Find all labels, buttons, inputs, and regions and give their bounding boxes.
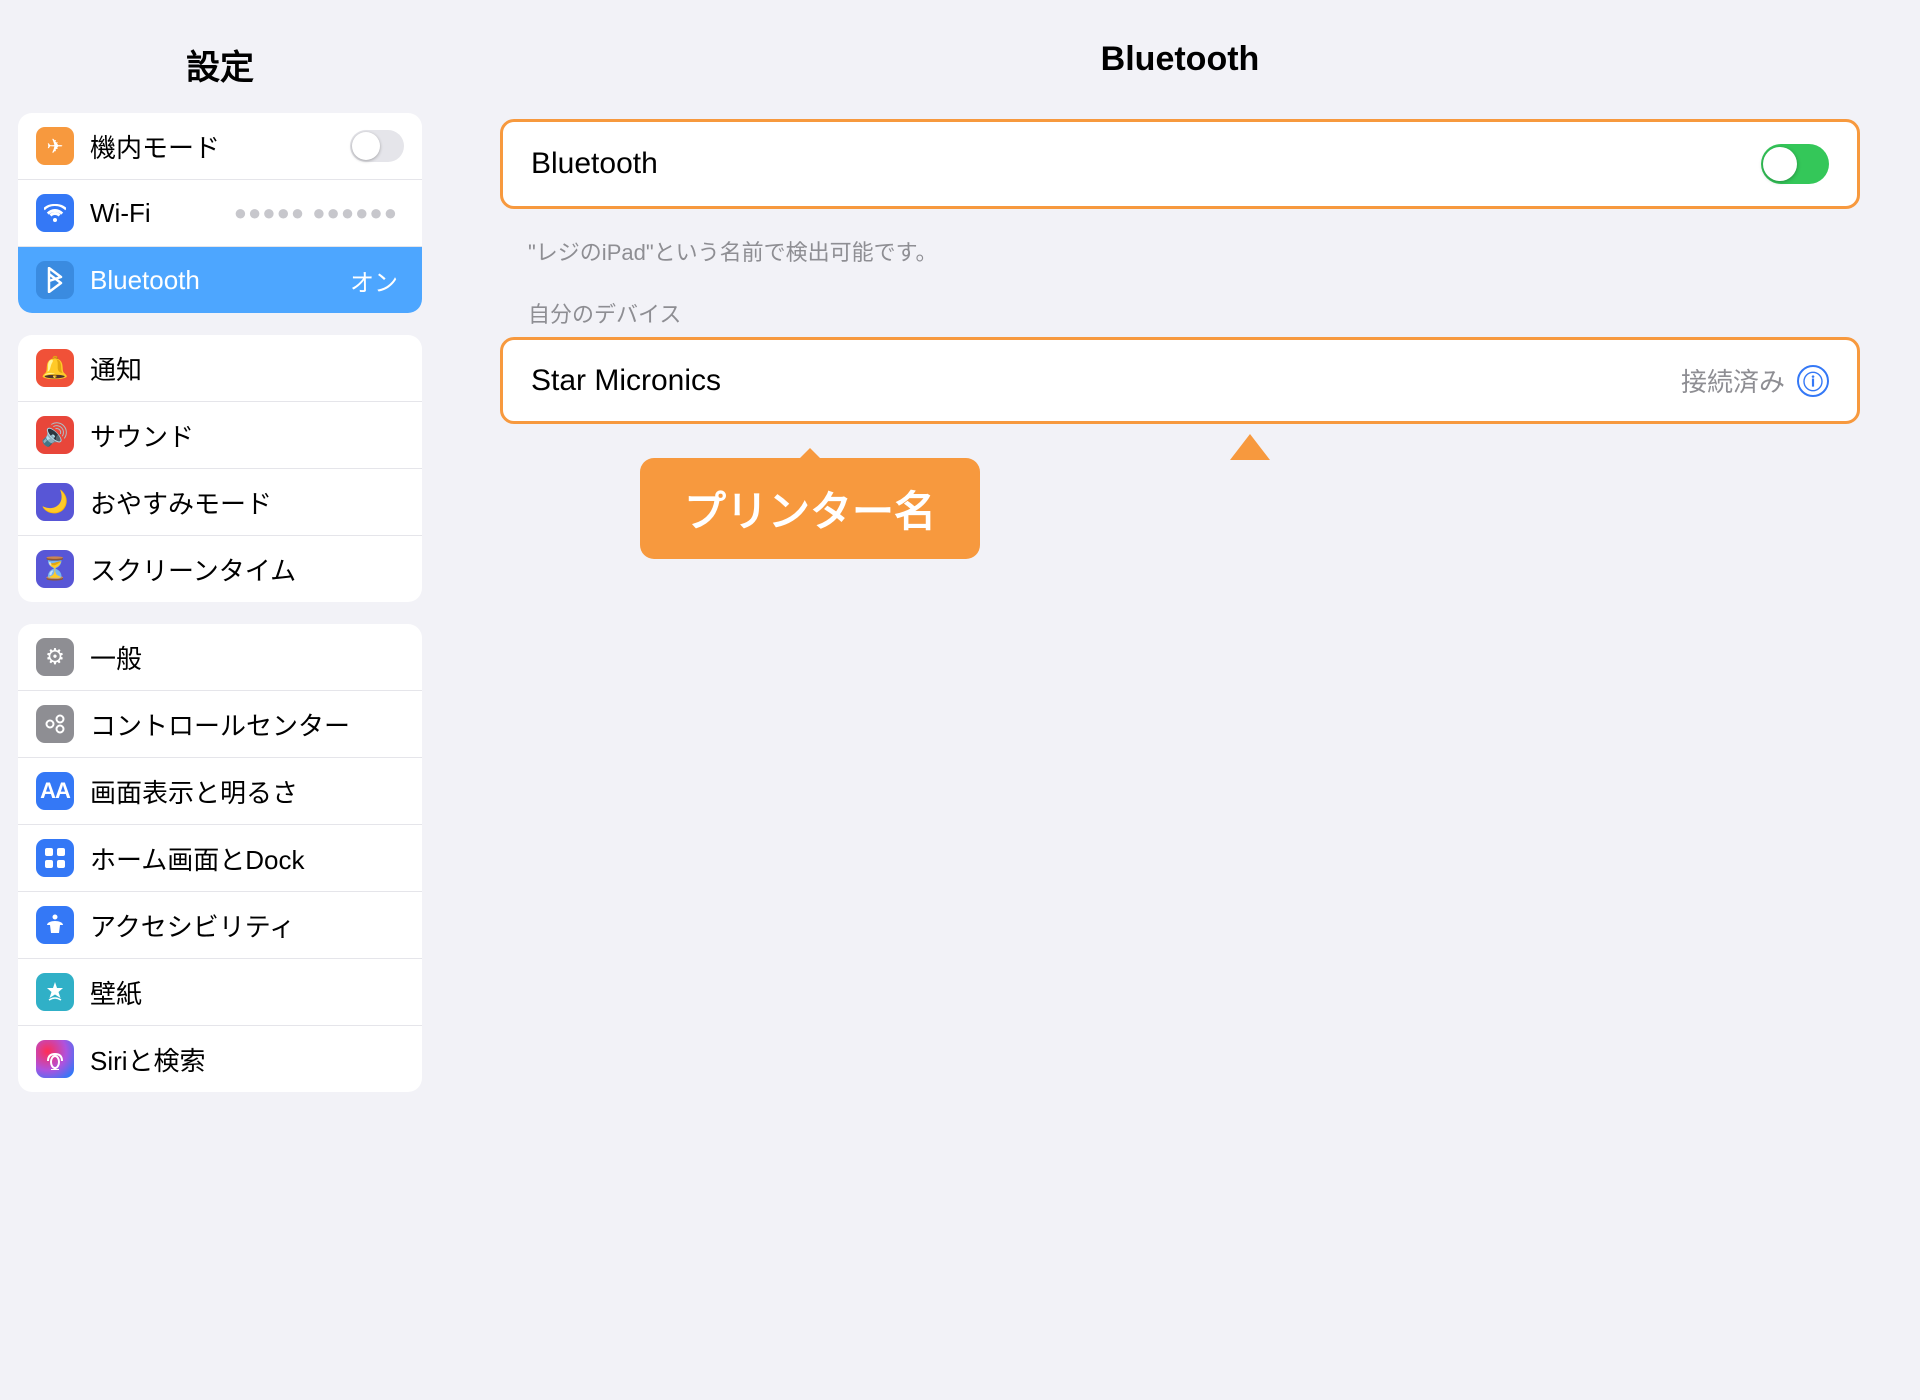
- settings-group-general2: ⚙ 一般 コントロールセンター AA 画面表示と明るさ: [18, 624, 422, 1092]
- sidebar-item-home[interactable]: ホーム画面とDock: [18, 825, 422, 892]
- wallpaper-icon: [36, 973, 74, 1011]
- discovery-text: "レジのiPad"という名前で検出可能です。: [500, 227, 1860, 279]
- bluetooth-label: Bluetooth: [90, 265, 350, 296]
- screentime-label: スクリーンタイム: [90, 551, 404, 588]
- sidebar-item-siri[interactable]: Siriと検索: [18, 1026, 422, 1092]
- sound-icon: 🔊: [36, 416, 74, 454]
- device-name: Star Micronics: [531, 364, 1681, 398]
- sidebar-item-controlcenter[interactable]: コントロールセンター: [18, 691, 422, 758]
- sidebar-item-general[interactable]: ⚙ 一般: [18, 624, 422, 691]
- sound-label: サウンド: [90, 417, 404, 454]
- airplane-label: 機内モード: [90, 128, 350, 165]
- main-panel: Bluetooth Bluetooth "レジのiPad"という名前で検出可能で…: [440, 0, 1920, 1400]
- tooltip-arrow: [1230, 434, 1270, 460]
- donotdisturb-label: おやすみモード: [90, 484, 404, 521]
- sidebar-item-wifi[interactable]: Wi-Fi ●●●●● ●●●●●●: [18, 180, 422, 247]
- siri-icon: [36, 1040, 74, 1078]
- sidebar-item-sound[interactable]: 🔊 サウンド: [18, 402, 422, 469]
- accessibility-icon: [36, 906, 74, 944]
- sidebar-item-airplane[interactable]: ✈ 機内モード: [18, 113, 422, 180]
- bluetooth-card-label: Bluetooth: [531, 147, 1761, 181]
- bluetooth-icon: [36, 261, 74, 299]
- device-status: 接続済み: [1681, 362, 1785, 399]
- general-icon: ⚙: [36, 638, 74, 676]
- toggle-knob: [1763, 147, 1797, 181]
- sidebar-item-notification[interactable]: 🔔 通知: [18, 335, 422, 402]
- sidebar-item-accessibility[interactable]: アクセシビリティ: [18, 892, 422, 959]
- wifi-value: ●●●●● ●●●●●●: [234, 200, 398, 226]
- sidebar-title: 設定: [0, 0, 440, 113]
- controlcenter-icon: [36, 705, 74, 743]
- printer-name-tooltip: プリンター名: [640, 458, 980, 559]
- donotdisturb-icon: 🌙: [36, 483, 74, 521]
- settings-group-general1: 🔔 通知 🔊 サウンド 🌙 おやすみモード ⏳ スクリーンタイム: [18, 335, 422, 602]
- sidebar: 設定 ✈ 機内モード Wi-Fi ●●●●● ●●●●●●: [0, 0, 440, 1400]
- device-row: Star Micronics 接続済み ⓘ: [503, 340, 1857, 421]
- screentime-icon: ⏳: [36, 550, 74, 588]
- siri-label: Siriと検索: [90, 1041, 404, 1078]
- sidebar-item-display[interactable]: AA 画面表示と明るさ: [18, 758, 422, 825]
- display-label: 画面表示と明るさ: [90, 773, 404, 810]
- printer-tooltip-container: プリンター名: [640, 458, 1860, 559]
- airplane-icon: ✈: [36, 127, 74, 165]
- controlcenter-label: コントロールセンター: [90, 706, 404, 743]
- sidebar-item-bluetooth[interactable]: Bluetooth オン: [18, 247, 422, 313]
- display-icon: AA: [36, 772, 74, 810]
- device-info-button[interactable]: ⓘ: [1797, 365, 1829, 397]
- wifi-label: Wi-Fi: [90, 198, 234, 229]
- bluetooth-toggle-row: Bluetooth: [503, 122, 1857, 206]
- wallpaper-label: 壁紙: [90, 974, 404, 1011]
- sidebar-item-screentime[interactable]: ⏳ スクリーンタイム: [18, 536, 422, 602]
- notification-label: 通知: [90, 350, 404, 387]
- bluetooth-value: オン: [350, 263, 398, 298]
- bluetooth-card: Bluetooth: [500, 119, 1860, 209]
- sidebar-item-donotdisturb[interactable]: 🌙 おやすみモード: [18, 469, 422, 536]
- accessibility-label: アクセシビリティ: [90, 907, 404, 944]
- home-label: ホーム画面とDock: [90, 840, 404, 877]
- home-icon: [36, 839, 74, 877]
- bluetooth-main-toggle[interactable]: [1761, 144, 1829, 184]
- airplane-toggle[interactable]: [350, 130, 404, 162]
- settings-group-network: ✈ 機内モード Wi-Fi ●●●●● ●●●●●●: [18, 113, 422, 313]
- main-title: Bluetooth: [500, 40, 1860, 79]
- my-devices-header: 自分のデバイス: [500, 279, 1860, 337]
- notification-icon: 🔔: [36, 349, 74, 387]
- device-card: Star Micronics 接続済み ⓘ: [500, 337, 1860, 424]
- wifi-icon: [36, 194, 74, 232]
- general-label: 一般: [90, 639, 404, 676]
- sidebar-item-wallpaper[interactable]: 壁紙: [18, 959, 422, 1026]
